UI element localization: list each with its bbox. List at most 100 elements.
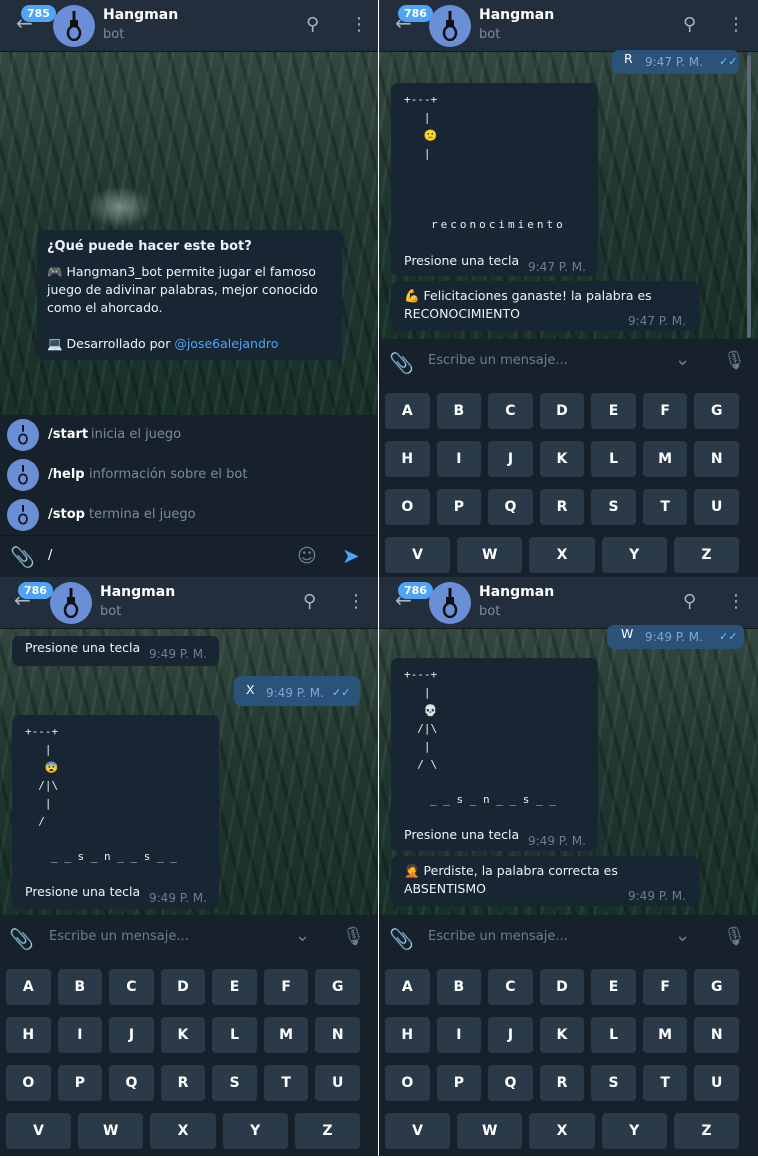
key-m[interactable]: M [263,1017,309,1053]
chevron-down-icon[interactable]: ⌄ [675,925,690,946]
key-c[interactable]: C [488,393,533,429]
search-icon[interactable]: ⚲ [683,591,696,612]
key-h[interactable]: H [385,1017,430,1053]
key-b[interactable]: B [436,969,482,1005]
key-h[interactable]: H [6,1017,51,1053]
key-d[interactable]: D [539,393,585,429]
key-q[interactable]: Q [109,1065,154,1101]
key-n[interactable]: N [315,1017,360,1053]
key-k[interactable]: K [539,441,585,477]
attach-icon[interactable]: 📎 [10,545,35,569]
key-t[interactable]: T [263,1065,309,1101]
key-o[interactable]: O [6,1065,51,1101]
key-e[interactable]: E [591,393,636,429]
key-g[interactable]: G [315,969,360,1005]
key-z[interactable]: Z [673,537,739,573]
key-k[interactable]: K [160,1017,206,1053]
key-f[interactable]: F [263,969,309,1005]
key-t[interactable]: T [642,489,688,525]
key-l[interactable]: L [591,441,636,477]
more-icon[interactable]: ⋮ [727,14,745,35]
key-o[interactable]: O [385,489,430,525]
attach-icon[interactable]: 📎 [389,351,414,375]
key-m[interactable]: M [642,1017,688,1053]
key-w[interactable]: W [78,1113,144,1149]
key-n[interactable]: N [694,441,739,477]
key-p[interactable]: P [436,489,482,525]
scrollbar[interactable] [747,55,751,338]
key-o[interactable]: O [385,1065,430,1101]
key-c[interactable]: C [488,969,533,1005]
key-m[interactable]: M [642,441,688,477]
key-z[interactable]: Z [673,1113,739,1149]
message-input[interactable]: Escribe un mensaje... [428,353,568,368]
avatar[interactable] [429,582,471,624]
key-s[interactable]: S [591,489,636,525]
key-j[interactable]: J [109,1017,154,1053]
key-l[interactable]: L [212,1017,257,1053]
key-j[interactable]: J [488,441,533,477]
key-x[interactable]: X [529,537,595,573]
more-icon[interactable]: ⋮ [727,591,745,612]
key-w[interactable]: W [457,1113,523,1149]
key-v[interactable]: V [385,1113,451,1149]
message-input[interactable]: Escribe un mensaje... [49,929,189,944]
search-icon[interactable]: ⚲ [683,14,696,35]
key-p[interactable]: P [436,1065,482,1101]
key-a[interactable]: A [385,393,430,429]
key-d[interactable]: D [539,969,585,1005]
search-icon[interactable]: ⚲ [306,14,319,35]
key-z[interactable]: Z [294,1113,360,1149]
key-v[interactable]: V [6,1113,72,1149]
key-i[interactable]: I [57,1017,103,1053]
emoji-icon[interactable]: ☺ [297,545,317,567]
key-j[interactable]: J [488,1017,533,1053]
avatar[interactable] [429,5,471,47]
key-u[interactable]: U [694,1065,739,1101]
key-a[interactable]: A [6,969,51,1005]
key-p[interactable]: P [57,1065,103,1101]
send-icon[interactable]: ➤ [342,544,360,568]
microphone-icon[interactable]: 🎙 [723,926,746,947]
key-v[interactable]: V [385,537,451,573]
attach-icon[interactable]: 📎 [389,927,414,951]
key-y[interactable]: Y [601,1113,667,1149]
chevron-down-icon[interactable]: ⌄ [675,349,690,370]
key-x[interactable]: X [529,1113,595,1149]
key-u[interactable]: U [694,489,739,525]
key-x[interactable]: X [150,1113,216,1149]
key-i[interactable]: I [436,1017,482,1053]
key-y[interactable]: Y [222,1113,288,1149]
key-g[interactable]: G [694,969,739,1005]
key-h[interactable]: H [385,441,430,477]
key-r[interactable]: R [160,1065,206,1101]
key-r[interactable]: R [539,489,585,525]
key-w[interactable]: W [457,537,523,573]
key-y[interactable]: Y [601,537,667,573]
key-b[interactable]: B [436,393,482,429]
key-t[interactable]: T [642,1065,688,1101]
search-icon[interactable]: ⚲ [303,591,316,612]
key-f[interactable]: F [642,393,688,429]
more-icon[interactable]: ⋮ [347,591,365,612]
avatar[interactable] [53,5,95,47]
microphone-icon[interactable]: 🎙 [723,350,746,371]
key-g[interactable]: G [694,393,739,429]
command-item-help[interactable]: /help información sobre el bot [0,455,378,495]
key-f[interactable]: F [642,969,688,1005]
developer-link[interactable]: @jose6alejandro [174,336,278,351]
microphone-icon[interactable]: 🎙 [342,926,365,947]
key-b[interactable]: B [57,969,103,1005]
avatar[interactable] [50,582,92,624]
key-l[interactable]: L [591,1017,636,1053]
key-d[interactable]: D [160,969,206,1005]
key-i[interactable]: I [436,441,482,477]
key-a[interactable]: A [385,969,430,1005]
key-u[interactable]: U [315,1065,360,1101]
command-item-start[interactable]: /start inicia el juego [0,415,378,455]
command-item-stop[interactable]: /stop termina el juego [0,495,378,535]
message-input[interactable]: Escribe un mensaje... [428,929,568,944]
key-q[interactable]: Q [488,489,533,525]
key-s[interactable]: S [212,1065,257,1101]
chevron-down-icon[interactable]: ⌄ [295,925,310,946]
